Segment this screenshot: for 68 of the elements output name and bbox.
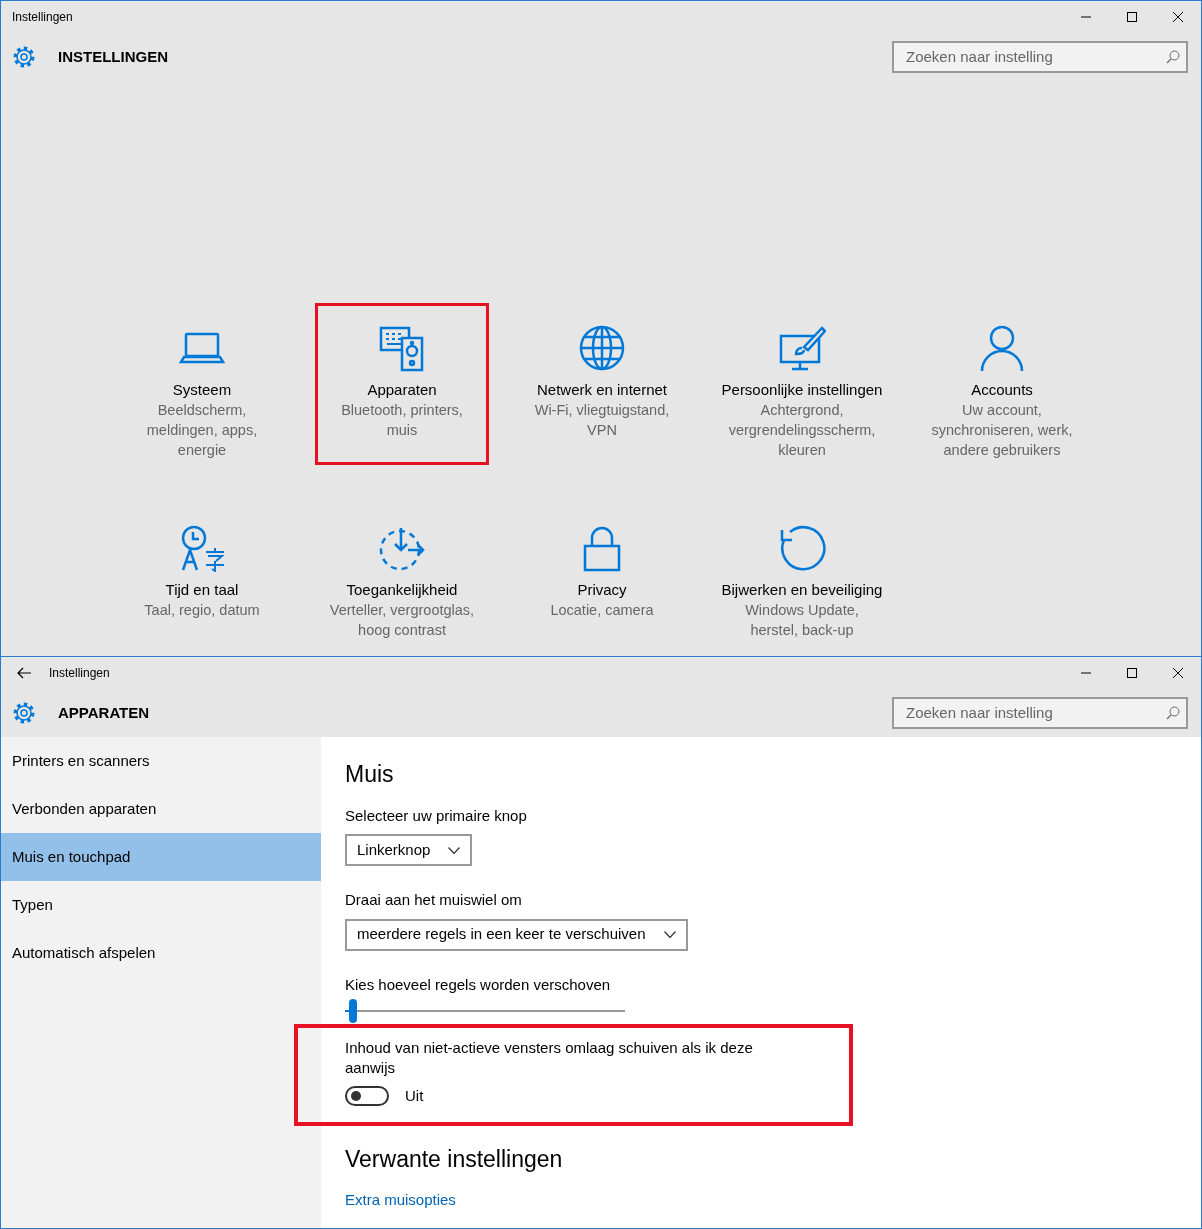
- toggle-switch[interactable]: [345, 1086, 389, 1107]
- category-name: Netwerk en internet: [536, 380, 668, 400]
- category-description: Locatie, camera: [550, 601, 654, 620]
- sidebar-item[interactable]: Automatisch afspelen: [1, 929, 321, 977]
- category-description: Achtergrond, vergrendelingsscherm, kleuren: [727, 401, 877, 460]
- settings-icon: [12, 701, 36, 725]
- search-icon: [1166, 706, 1180, 720]
- category-description: Uw account, synchroniseren, werk, andere gebruikers: [930, 401, 1074, 460]
- window-title: Instellingen: [49, 665, 110, 682]
- toggle-state: Uit: [405, 1086, 424, 1107]
- category-description: Taal, regio, datum: [144, 601, 260, 620]
- category-tile[interactable]: Accounts Uw account, synchroniseren, werk, andere gebruikers: [915, 303, 1089, 465]
- category-description: Wi-Fi, vliegtuigstand, VPN: [533, 401, 671, 440]
- setting-label: Kies hoeveel regels worden verschoven: [345, 974, 612, 995]
- category-description: Bluetooth, printers, muis: [340, 401, 464, 440]
- category-tile[interactable]: Netwerk en internet Wi-Fi, vliegtuigstand, VPN: [515, 303, 689, 465]
- sidebar-item[interactable]: Printers en scanners: [1, 737, 321, 785]
- slider-thumb[interactable]: [349, 999, 358, 1024]
- category-name: Persoonlijke instellingen: [721, 380, 883, 400]
- category-tile[interactable]: Persoonlijke instellingen Achtergrond, vergrendelingsscherm, kleuren: [715, 303, 889, 465]
- search-field[interactable]: Zoeken naar instelling: [892, 41, 1188, 73]
- settings-icon: [12, 45, 36, 69]
- maximize-icon: [1127, 12, 1137, 22]
- keyboard-speaker-icon: [378, 324, 426, 372]
- category-name: Apparaten: [367, 380, 437, 400]
- dropdown[interactable]: meerdere regels in een keer te verschuiven: [345, 918, 688, 951]
- category-description: Verteller, vergrootglas, hoog contrast: [328, 601, 476, 640]
- chevron-down-icon: [663, 931, 676, 939]
- search-icon: [1166, 50, 1180, 64]
- close-icon: [1173, 668, 1183, 678]
- sidebar-item[interactable]: Muis en touchpad: [1, 833, 321, 881]
- close-icon: [1173, 12, 1183, 22]
- sidebar-item[interactable]: Verbonden apparaten: [1, 785, 321, 833]
- globe-icon: [578, 324, 626, 372]
- circular-arrow-icon: [778, 524, 826, 572]
- monitor-brush-icon: [778, 324, 826, 372]
- section-title: Muis: [345, 761, 395, 789]
- dropdown[interactable]: Linkerknop: [345, 834, 473, 867]
- category-name: Accounts: [971, 380, 1033, 400]
- category-name: Bijwerken en beveiliging: [721, 580, 883, 600]
- back-arrow-icon: [17, 667, 31, 679]
- category-name: Toegankelijkheid: [346, 580, 458, 600]
- window-title: Instellingen: [12, 9, 73, 26]
- category-name: Tijd en taal: [165, 580, 239, 600]
- category-tile[interactable]: Bijwerken en beveiliging Windows Update, herstel, back-up: [715, 503, 889, 645]
- category-description: Windows Update, herstel, back-up: [744, 601, 860, 640]
- category-tile[interactable]: Systeem Beeldscherm, meldingen, apps, energie: [115, 303, 289, 465]
- category-tile[interactable]: Toegankelijkheid Verteller, vergrootglas, hoog contrast: [315, 503, 489, 645]
- category-tile[interactable]: Apparaten Bluetooth, printers, muis: [315, 303, 489, 465]
- category-description: Beeldscherm, meldingen, apps, energie: [145, 401, 259, 460]
- search-field[interactable]: Zoeken naar instelling: [892, 697, 1188, 729]
- page-title: INSTELLINGEN: [58, 46, 168, 67]
- setting-label: Draai aan het muiswiel om: [345, 890, 523, 911]
- person-icon: [978, 324, 1026, 372]
- category-name: Privacy: [577, 580, 627, 600]
- sidebar-item[interactable]: Typen: [1, 881, 321, 929]
- category-tile[interactable]: Tijd en taal Taal, regio, datum: [115, 503, 289, 645]
- category-name: Systeem: [172, 380, 232, 400]
- setting-label: Inhoud van niet-actieve vensters omlaag schuiven als ik deze aanwijs: [345, 1038, 754, 1079]
- section-title: Verwante instellingen: [345, 1145, 564, 1174]
- related-link[interactable]: Extra muisopties: [345, 1191, 456, 1209]
- page-title: APPARATEN: [58, 702, 150, 723]
- maximize-icon: [1127, 668, 1137, 678]
- search-input[interactable]: Zoeken naar instelling: [904, 44, 1166, 70]
- search-input[interactable]: Zoeken naar instelling: [904, 700, 1166, 726]
- setting-label: Selecteer uw primaire knop: [345, 805, 528, 826]
- category-tile[interactable]: Privacy Locatie, camera: [515, 503, 689, 645]
- chevron-down-icon: [448, 846, 461, 854]
